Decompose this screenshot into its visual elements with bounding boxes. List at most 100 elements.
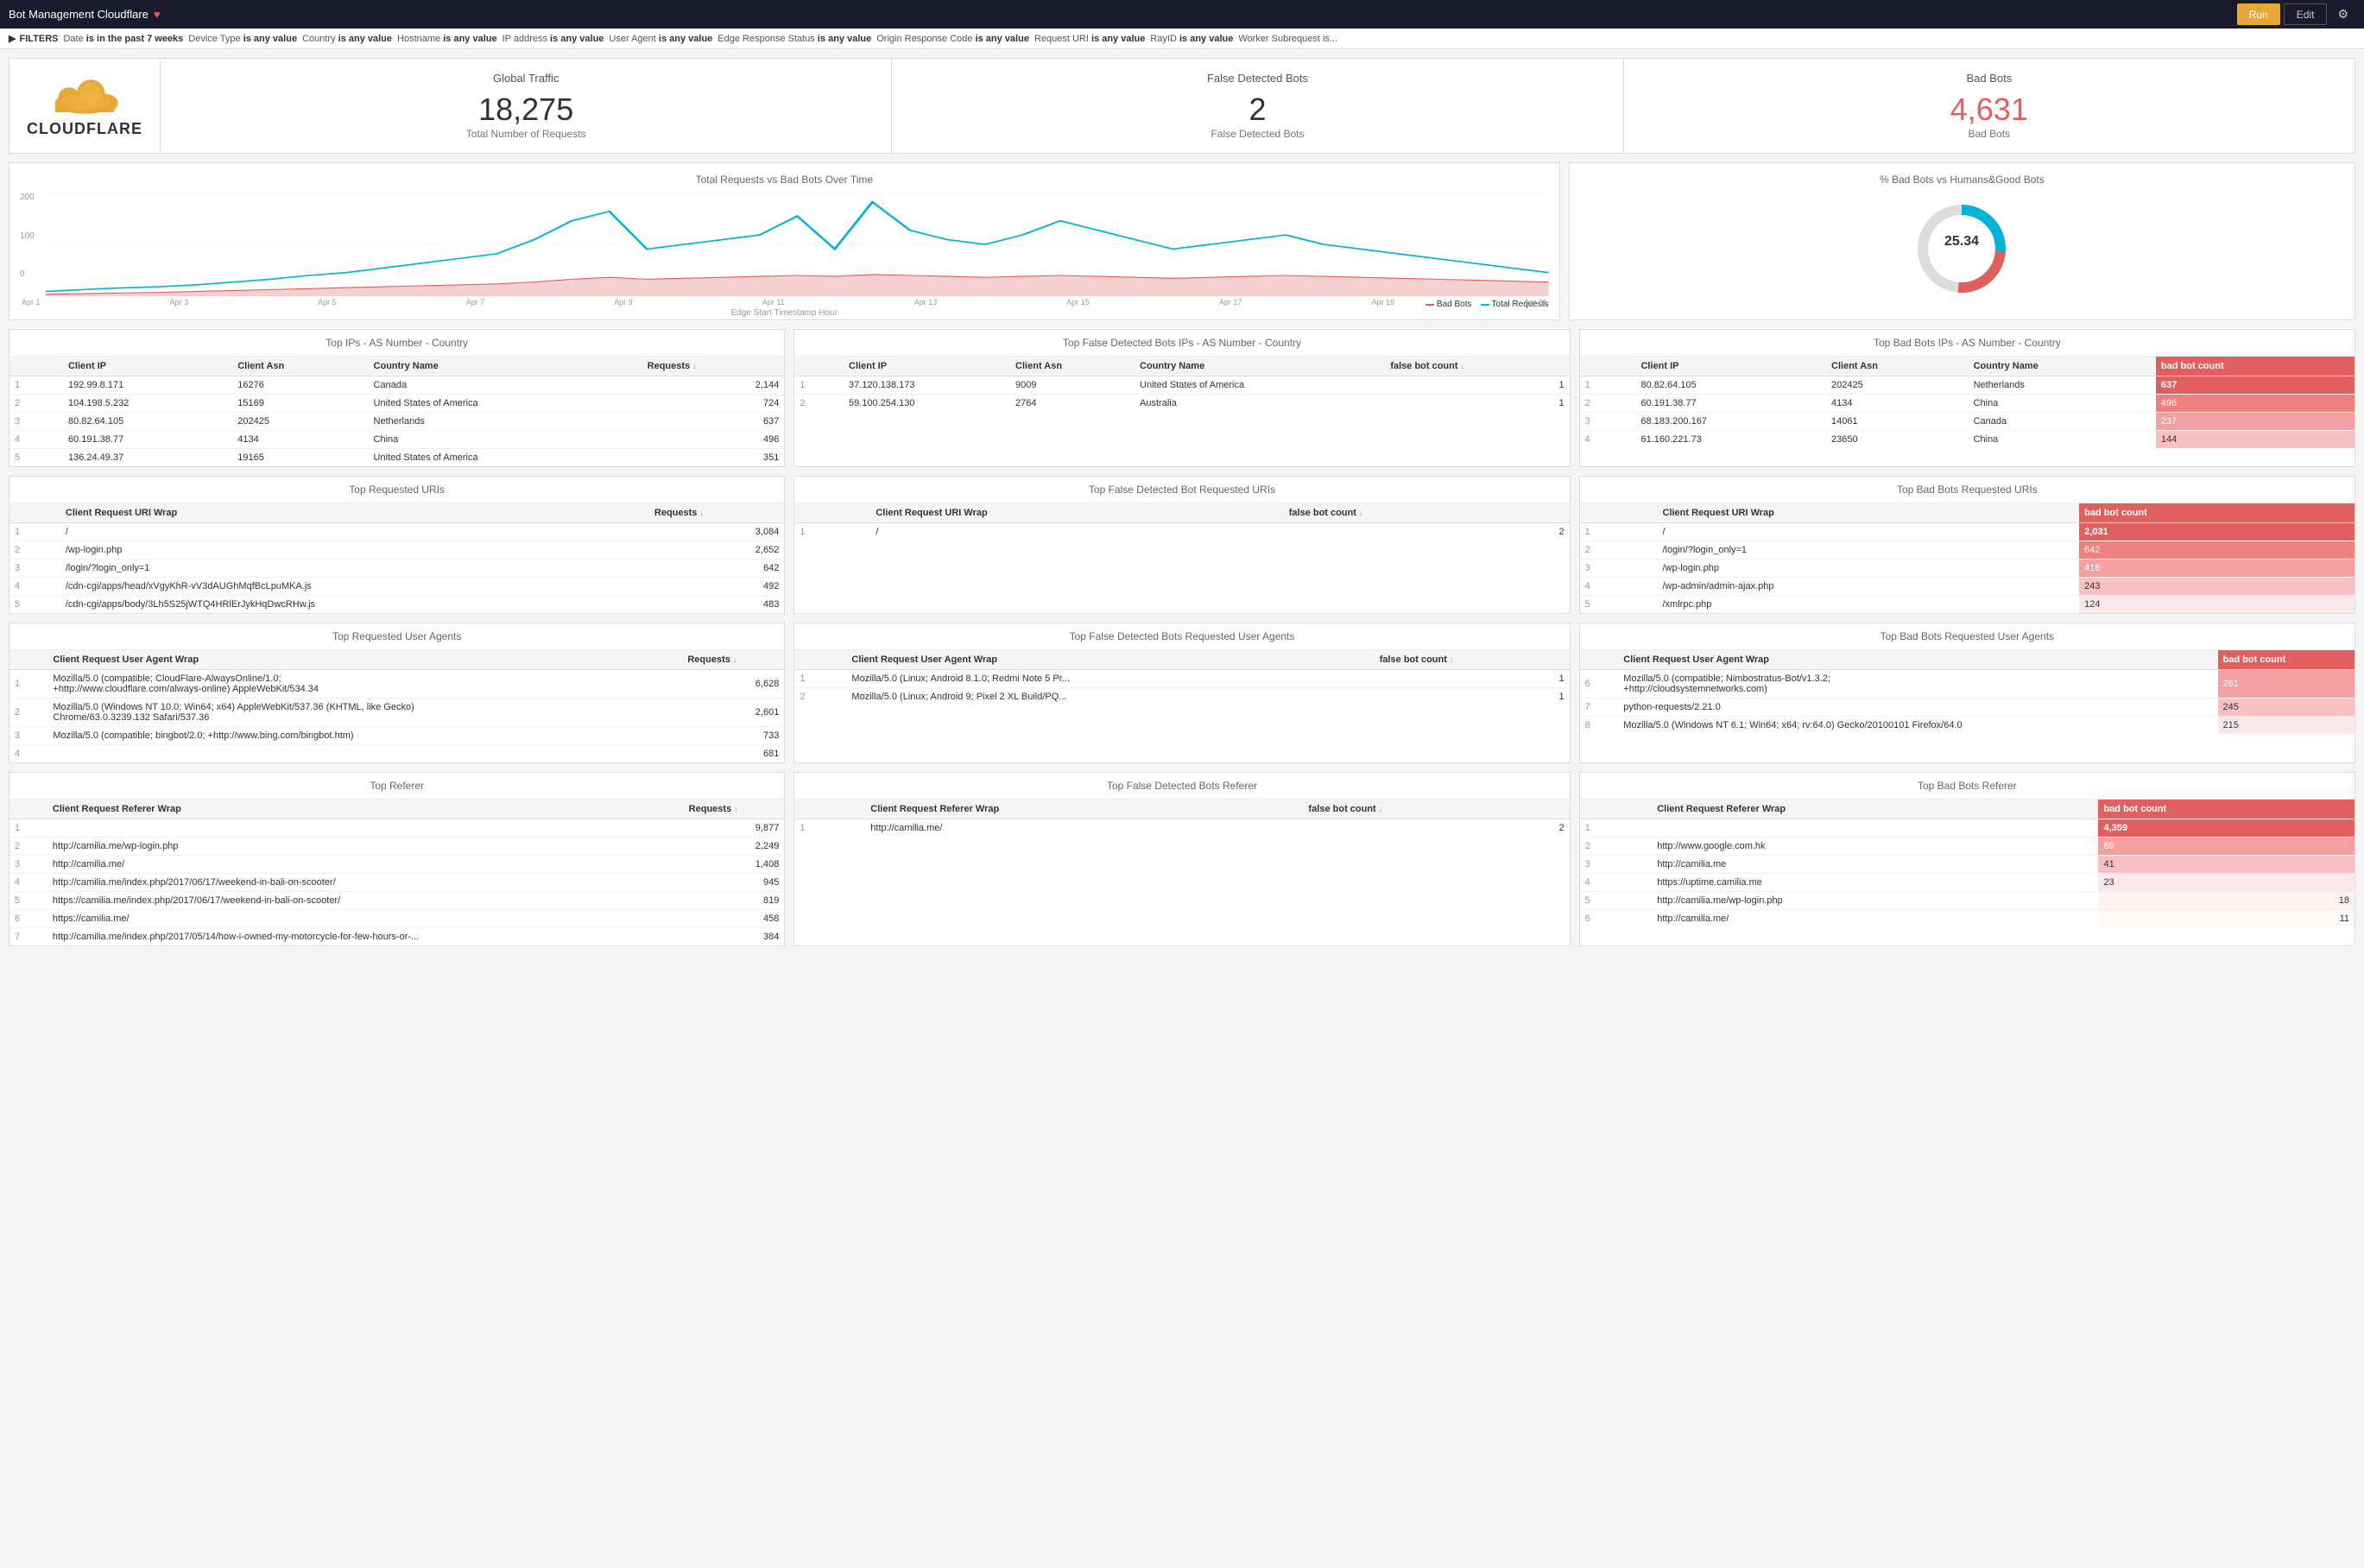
top-false-referer-title: Top False Detected Bots Referer	[794, 773, 1569, 800]
bad-agents-table: Client Request User Agent Wrap bad bot c…	[1580, 650, 2355, 734]
donut-title: % Bad Bots vs Humans&Good Bots	[1580, 174, 2344, 186]
global-traffic-title: Global Traffic	[174, 72, 878, 85]
filter-ip: IP address is any value	[503, 34, 604, 44]
th-agent[interactable]: Client Request User Agent Wrap	[1618, 650, 2217, 670]
edit-button[interactable]: Edit	[2284, 3, 2328, 25]
th-num	[794, 650, 846, 670]
top-uris-table: Top Requested URIs Client Request URI Wr…	[9, 476, 785, 614]
filter-worker: Worker Subrequest is...	[1238, 34, 1337, 44]
th-bad-bot-count[interactable]: bad bot count ↓	[2156, 357, 2355, 376]
table-row: 4/wp-admin/admin-ajax.php243	[1580, 578, 2355, 596]
th-uri[interactable]: Client Request URI Wrap	[870, 503, 1283, 523]
false-bots-label: False Detected Bots	[905, 128, 1609, 140]
table-row: 5136.24.49.3719165United States of Ameri…	[9, 449, 784, 467]
th-requests[interactable]: Requests ↓	[682, 650, 784, 670]
th-false-bot-count[interactable]: false bot count ↓	[1375, 650, 1570, 670]
filters-label: ▶ FILTERS	[9, 33, 58, 44]
x-axis-labels: Apr 1 Apr 3 Apr 5 Apr 7 Apr 9 Apr 11 Apr…	[20, 298, 1549, 307]
table-row: 1/3,084	[9, 523, 784, 541]
filter-arrow-icon: ▶	[9, 33, 16, 44]
y-axis-labels: 200 100 0	[20, 193, 35, 279]
th-bad-bot-count[interactable]: bad bot count ↓	[2079, 503, 2355, 523]
filters-bar: ▶ FILTERS Date is in the past 7 weeks De…	[0, 28, 2364, 49]
table-row: 1http://camilia.me/2	[794, 819, 1569, 838]
th-agent[interactable]: Client Request User Agent Wrap	[846, 650, 1374, 670]
false-agents-table: Client Request User Agent Wrap false bot…	[794, 650, 1569, 705]
table-row: 1Mozilla/5.0 (compatible; CloudFlare-Alw…	[9, 670, 784, 699]
th-requests[interactable]: Requests ↓	[649, 503, 784, 523]
th-false-bot-count[interactable]: false bot count ↓	[1385, 357, 1569, 376]
global-traffic-label: Total Number of Requests	[174, 128, 878, 140]
table-row: 3/login/?login_only=1642	[9, 560, 784, 578]
th-num	[1580, 650, 1619, 670]
top-bad-bots-ips-table: Top Bad Bots IPs - AS Number - Country C…	[1579, 329, 2355, 467]
th-ref[interactable]: Client Request Referer Wrap	[1652, 800, 2098, 819]
th-country[interactable]: Country Name	[1969, 357, 2156, 376]
table-row: 19,877	[9, 819, 784, 838]
th-asn[interactable]: Client Asn	[232, 357, 368, 376]
table-row: 4/cdn-cgi/apps/head/xVgyKhR-vV3dAUGhMqfB…	[9, 578, 784, 596]
table-row: 3http://camilia.me/1,408	[9, 856, 784, 874]
th-agent[interactable]: Client Request User Agent Wrap	[47, 650, 682, 670]
top-agents-table: Top Requested User Agents Client Request…	[9, 623, 785, 763]
th-false-bot-count[interactable]: false bot count ↓	[1304, 800, 1570, 819]
gear-button[interactable]: ⚙	[2330, 3, 2355, 25]
table-row: 4http://camilia.me/index.php/2017/06/17/…	[9, 874, 784, 892]
th-country[interactable]: Country Name	[1135, 357, 1385, 376]
table-row: 7python-requests/2.21.0245	[1580, 699, 2355, 717]
top-bad-bots-ips-title: Top Bad Bots IPs - AS Number - Country	[1580, 330, 2355, 357]
top-agents-row: Top Requested User Agents Client Request…	[9, 623, 2355, 763]
global-traffic-section: Global Traffic 18,275 Total Number of Re…	[161, 59, 892, 153]
false-bots-value: 2	[905, 92, 1609, 128]
top-false-uris-table: Top False Detected Bot Requested URIs Cl…	[793, 476, 1570, 614]
top-bad-agents-title: Top Bad Bots Requested User Agents	[1580, 623, 2355, 650]
filter-ua: User Agent is any value	[609, 34, 712, 44]
false-uris-table: Client Request URI Wrap false bot count …	[794, 503, 1569, 541]
th-asn[interactable]: Client Asn	[1010, 357, 1135, 376]
th-bad-bot-count[interactable]: bad bot count ↓	[2098, 800, 2355, 819]
chart-svg	[46, 193, 1549, 296]
false-bots-section: False Detected Bots 2 False Detected Bot…	[892, 59, 1623, 153]
th-uri[interactable]: Client Request URI Wrap	[60, 503, 649, 523]
donut-svg: 25.34	[1910, 197, 2013, 300]
th-requests[interactable]: Requests ↓	[642, 357, 785, 376]
th-ip[interactable]: Client IP	[63, 357, 232, 376]
th-bad-bot-count[interactable]: bad bot count ↓	[2218, 650, 2355, 670]
table-row: 2/wp-login.php2,652	[9, 541, 784, 560]
cloudflare-text: CLOUDFLARE	[27, 120, 142, 138]
th-requests[interactable]: Requests ↓	[684, 800, 785, 819]
chart-area: 200 100 0	[20, 193, 1549, 296]
filter-device: Device Type is any value	[188, 34, 297, 44]
header-row: CLOUDFLARE Global Traffic 18,275 Total N…	[9, 58, 2355, 154]
th-ref[interactable]: Client Request Referer Wrap	[47, 800, 684, 819]
th-false-bot-count[interactable]: false bot count ↓	[1284, 503, 1570, 523]
top-uris-row: Top Requested URIs Client Request URI Wr…	[9, 476, 2355, 614]
th-num	[794, 503, 870, 523]
top-false-agents-table: Top False Detected Bots Requested User A…	[793, 623, 1570, 763]
th-uri[interactable]: Client Request URI Wrap	[1658, 503, 2080, 523]
th-country[interactable]: Country Name	[369, 357, 642, 376]
table-row: 7http://camilia.me/index.php/2017/05/14/…	[9, 928, 784, 946]
th-asn[interactable]: Client Asn	[1826, 357, 1969, 376]
false-referer-table: Client Request Referer Wrap false bot co…	[794, 800, 1569, 837]
run-button[interactable]: Run	[2237, 3, 2280, 25]
table-row: 3http://camilia.me41	[1580, 856, 2355, 874]
top-bad-uris-table: Top Bad Bots Requested URIs Client Reque…	[1579, 476, 2355, 614]
th-ip[interactable]: Client IP	[1635, 357, 1826, 376]
top-false-referer-table: Top False Detected Bots Referer Client R…	[793, 772, 1570, 946]
th-ip[interactable]: Client IP	[844, 357, 1010, 376]
th-ref[interactable]: Client Request Referer Wrap	[865, 800, 1303, 819]
top-referer-row: Top Referer Client Request Referer Wrap …	[9, 772, 2355, 946]
table-row: 4681	[9, 745, 784, 763]
bad-uris-table: Client Request URI Wrap bad bot count ↓ …	[1580, 503, 2355, 613]
bad-bots-section: Bad Bots 4,631 Bad Bots	[1624, 59, 2355, 153]
filter-country: Country is any value	[302, 34, 392, 44]
table-row: 460.191.38.774134China496	[9, 431, 784, 449]
table-row: 8Mozilla/5.0 (Windows NT 6.1; Win64; x64…	[1580, 717, 2355, 735]
top-false-uris-title: Top False Detected Bot Requested URIs	[794, 477, 1569, 503]
table-row: 368.183.200.16714061Canada237	[1580, 413, 2355, 431]
table-row: 380.82.64.105202425Netherlands637	[9, 413, 784, 431]
top-false-ips-title: Top False Detected Bots IPs - AS Number …	[794, 330, 1569, 357]
logo-section: CLOUDFLARE	[9, 60, 161, 151]
top-referer-title: Top Referer	[9, 773, 784, 800]
